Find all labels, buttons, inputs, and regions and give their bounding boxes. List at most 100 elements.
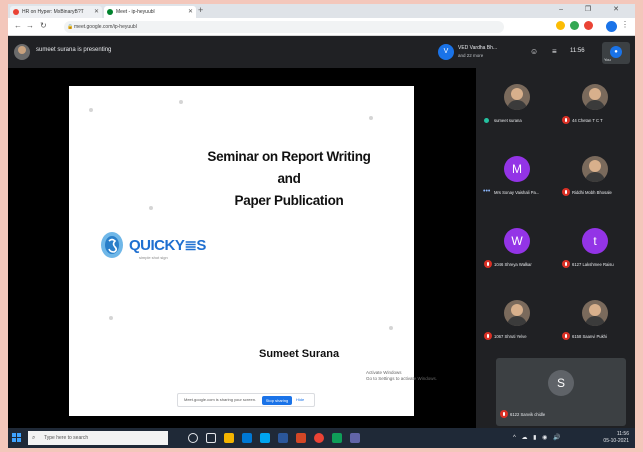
participant-tile[interactable]: W 1046 Shreya Walkar (480, 216, 552, 286)
reload-icon[interactable]: ↻ (40, 21, 47, 30)
participant-tile[interactable]: sumeet surana (480, 72, 552, 142)
browser-tab-active[interactable]: Meet - ip-heyuubl ✕ (104, 6, 196, 18)
slide-author: Sumeet Surana (259, 348, 340, 360)
search-icon: ⌕ (32, 435, 36, 441)
participant-name: Riddhi Mobh Bhosale (572, 190, 612, 195)
store-icon[interactable] (260, 433, 270, 443)
participant-name: Mrs Sonay Vaishali Pa... (494, 190, 540, 195)
participant-tile-large[interactable]: S 6122 Sanvik chidle (496, 358, 626, 426)
system-tray-icons[interactable]: ^ ☁ ▮ ◉ 🔊 (513, 434, 563, 441)
presentation-area: Seminar on Report Writing and Paper Publ… (8, 68, 476, 428)
url-field[interactable]: 🔒 meet.google.com/ip-heyuubl (64, 21, 504, 33)
participant-avatar: S (548, 370, 574, 396)
participant-tile[interactable]: 1067 Shruti Yelve (480, 288, 552, 358)
address-bar-row: ← → ↻ 🔒 meet.google.com/ip-heyuubl ⋮ (8, 18, 635, 36)
edge-icon[interactable] (242, 433, 252, 443)
participant-avatar (582, 300, 608, 326)
chrome-icon[interactable] (314, 433, 324, 443)
lock-icon: 🔒 (67, 24, 74, 30)
participant-grid: sumeet surana 44 Chetan T C T M ••• Mrs … (476, 68, 635, 428)
participant-name: 44 Chetan T C T (572, 118, 603, 123)
participant-tile[interactable]: M ••• Mrs Sonay Vaishali Pa... (480, 144, 552, 214)
participant-tile[interactable]: t 6127 Lakshmee Raisu (558, 216, 630, 286)
participant-avatar (582, 84, 608, 110)
meeting-clock: 11:56 (570, 48, 585, 54)
chat-icon[interactable]: ≡ (552, 47, 557, 56)
stop-sharing-button[interactable]: Stop sharing (262, 396, 292, 405)
search-placeholder: Type here to search (44, 435, 89, 441)
participant-avatar: W (504, 228, 530, 254)
file-explorer-icon[interactable] (224, 433, 234, 443)
participant-name: 6122 Sanvik chidle (510, 412, 546, 417)
decor-dot (89, 108, 93, 112)
meet-app-icon[interactable] (332, 433, 342, 443)
browser-menu-icon[interactable]: ⋮ (621, 20, 629, 29)
task-view-icon[interactable] (206, 433, 216, 443)
window-controls[interactable]: – ❐ ✕ (559, 5, 629, 13)
word-icon[interactable] (278, 433, 288, 443)
participant-name: 1046 Shreya Walkar (494, 262, 532, 267)
taskbar-clock[interactable]: 11:56 05-10-2021 (603, 431, 629, 445)
self-view-tile[interactable]: ● You (602, 42, 630, 64)
tab-favicon-icon (13, 9, 19, 15)
presenter-avatar (14, 44, 30, 60)
participant-avatar (582, 156, 608, 182)
watermark-line: Go to Settings to activate Windows. (366, 376, 438, 381)
tab-title: HR on Hyper: MxBinaryB?T (22, 9, 84, 15)
screen-share-notice: Meet.google.com is sharing your screen. … (177, 393, 315, 407)
browser-tab[interactable]: HR on Hyper: MxBinaryB?T ✕ (10, 6, 102, 18)
pinned-participant-chip[interactable]: V VED Vardha Bh... and 22 more (438, 42, 508, 62)
taskbar-search-input[interactable]: ⌕ Type here to search (28, 431, 168, 445)
logo-tagline: simple shot sign (139, 255, 168, 260)
pinned-sub: and 22 more (458, 53, 484, 58)
self-avatar: ● (610, 46, 622, 58)
tab-title: Meet - ip-heyuubl (116, 9, 155, 15)
decor-dot (369, 116, 373, 120)
logo-text: QUICKY≣S (129, 237, 206, 254)
new-tab-button[interactable]: + (198, 5, 203, 15)
extension-icon[interactable] (556, 21, 565, 30)
close-tab-icon[interactable]: ✕ (188, 6, 193, 18)
meet-top-bar: sumeet surana is presenting V VED Vardha… (8, 36, 635, 68)
browser-tab-bar: HR on Hyper: MxBinaryB?T ✕ Meet - ip-hey… (8, 4, 635, 18)
decor-dot (109, 316, 113, 320)
participant-avatar (504, 300, 530, 326)
teams-icon[interactable] (350, 433, 360, 443)
participant-avatar (504, 84, 530, 110)
screen: HR on Hyper: MxBinaryB?T ✕ Meet - ip-hey… (8, 4, 635, 448)
forward-icon[interactable]: → (26, 21, 34, 30)
slide-title-line: and (277, 171, 301, 186)
cortana-icon[interactable] (188, 433, 198, 443)
participant-name: 1067 Shruti Yelve (494, 334, 527, 339)
participant-name: sumeet surana (494, 118, 522, 123)
pinned-avatar: V (438, 44, 454, 60)
participants-icon[interactable]: ☺ (530, 47, 538, 56)
pinned-name: VED Vardha Bh... (458, 45, 498, 51)
participant-avatar: M (504, 156, 530, 182)
powerpoint-icon[interactable] (296, 433, 306, 443)
windows-taskbar: ⌕ Type here to search ^ ☁ ▮ ◉ 🔊 11:56 05… (8, 428, 635, 448)
activate-windows-watermark: Activate Windows Go to Settings to activ… (366, 370, 437, 382)
slide-title: Seminar on Report Writing and Paper Publ… (169, 146, 409, 212)
slide-title-line: Seminar on Report Writing (207, 149, 371, 164)
participant-tile[interactable]: Riddhi Mobh Bhosale (558, 144, 630, 214)
profile-avatar[interactable] (606, 21, 617, 32)
quickyes-logo: QUICKY≣S simple shot sign (99, 226, 209, 270)
back-icon[interactable]: ← (14, 21, 22, 30)
self-label: You (604, 57, 611, 62)
tray-date: 05-10-2021 (603, 438, 629, 444)
decor-dot (389, 326, 393, 330)
participant-tile[interactable]: 6158 Saanvi Pukhi (558, 288, 630, 358)
participant-tile[interactable]: 44 Chetan T C T (558, 72, 630, 142)
decor-dot (149, 206, 153, 210)
extension-icon[interactable] (570, 21, 579, 30)
presenting-status: sumeet surana is presenting (36, 47, 112, 53)
shared-slide: Seminar on Report Writing and Paper Publ… (69, 86, 414, 416)
meet-favicon-icon (107, 9, 113, 15)
url-text: meet.google.com/ip-heyuubl (74, 24, 137, 30)
close-tab-icon[interactable]: ✕ (94, 6, 99, 18)
extension-icon[interactable] (584, 21, 593, 30)
hide-button[interactable]: Hide (296, 397, 304, 402)
decor-dot (179, 100, 183, 104)
windows-start-icon[interactable] (12, 433, 22, 443)
